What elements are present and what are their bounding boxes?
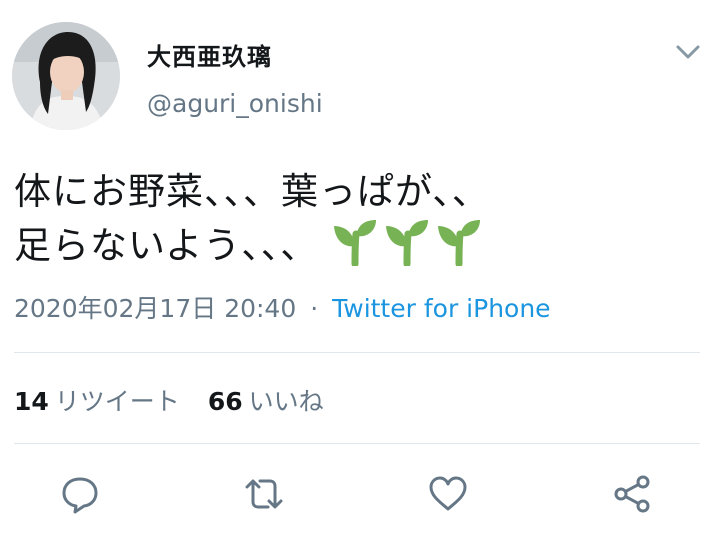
sprout-emoji-group bbox=[332, 218, 488, 280]
user-handle[interactable]: @aguri_onishi bbox=[147, 89, 323, 118]
tweet-timestamp[interactable]: 2020年02月17日 20:40 bbox=[14, 294, 296, 323]
like-button[interactable] bbox=[428, 474, 468, 514]
engagement-stats: 14 リツイート 66 いいね bbox=[14, 382, 324, 418]
share-icon bbox=[614, 475, 650, 513]
meta-separator: · bbox=[310, 294, 319, 323]
retweets-label: リツイート bbox=[54, 387, 180, 416]
likes-label: いいね bbox=[248, 387, 324, 416]
retweets-stat[interactable]: 14 リツイート bbox=[14, 387, 180, 416]
display-name[interactable]: 大西亜玖璃 bbox=[147, 37, 272, 72]
tweet-line-2: 足らないよう、、、 bbox=[14, 218, 704, 280]
likes-stat[interactable]: 66 いいね bbox=[208, 387, 324, 416]
retweet-button[interactable] bbox=[244, 474, 284, 514]
avatar[interactable] bbox=[12, 22, 120, 130]
tweet-line-2-text: 足らないよう、、、 bbox=[14, 224, 319, 267]
sprout-icon bbox=[384, 218, 430, 280]
reply-button[interactable] bbox=[60, 474, 100, 514]
chevron-down-icon[interactable] bbox=[672, 38, 704, 66]
likes-count: 66 bbox=[207, 387, 243, 416]
profile-photo-icon bbox=[12, 22, 120, 130]
like-icon bbox=[429, 476, 467, 511]
sprout-icon bbox=[436, 218, 482, 280]
tweet-meta: 2020年02月17日 20:40 · Twitter for iPhone bbox=[14, 289, 551, 325]
share-button[interactable] bbox=[612, 474, 652, 514]
tweet-text: 体にお野菜、、、葉っぱが、、 足らないよう、、、 bbox=[14, 166, 704, 280]
retweets-count: 14 bbox=[14, 387, 49, 416]
sprout-icon bbox=[332, 218, 378, 280]
divider bbox=[14, 352, 700, 353]
tweet-line-1: 体にお野菜、、、葉っぱが、、 bbox=[14, 170, 490, 213]
retweet-icon bbox=[245, 479, 283, 509]
source-link[interactable]: Twitter for iPhone bbox=[332, 294, 550, 323]
divider bbox=[14, 443, 700, 444]
reply-icon bbox=[62, 477, 98, 514]
